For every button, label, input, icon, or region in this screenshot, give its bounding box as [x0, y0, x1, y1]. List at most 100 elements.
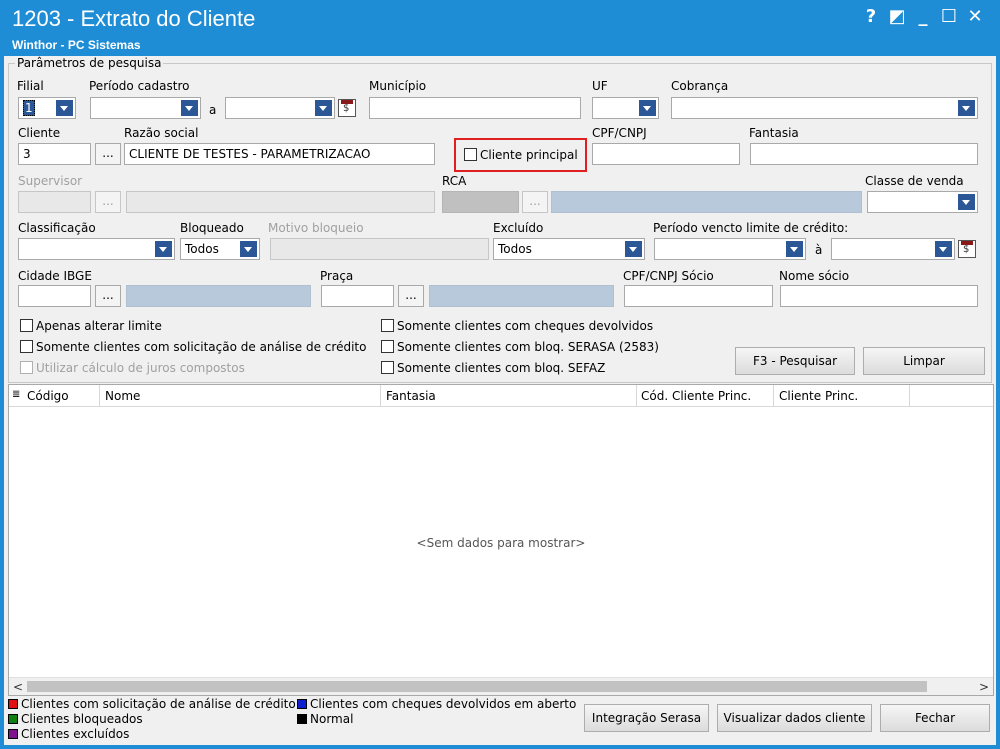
- green-swatch: [8, 714, 18, 724]
- nome-socio-label: Nome sócio: [779, 269, 850, 283]
- cpf-cnpj-input[interactable]: [592, 143, 740, 165]
- legend-label: Clientes excluídos: [21, 727, 130, 741]
- periodo-vencto-start[interactable]: [654, 238, 806, 260]
- chevron-down-icon[interactable]: [155, 241, 172, 257]
- checkbox-icon[interactable]: [20, 319, 33, 332]
- cobranca-label: Cobrança: [671, 79, 729, 93]
- municipio-input[interactable]: [369, 97, 581, 119]
- group-title: Parâmetros de pesquisa: [15, 56, 164, 70]
- restore-layout-button[interactable]: ◩: [886, 6, 908, 27]
- limpar-button[interactable]: Limpar: [863, 347, 985, 375]
- legend-item: Clientes bloqueados: [8, 712, 143, 726]
- periodo-vencto-end[interactable]: [831, 238, 955, 260]
- integracao-serasa-button[interactable]: Integração Serasa: [584, 704, 709, 732]
- rca-code-input: [442, 191, 519, 213]
- bloqueado-select[interactable]: Todos: [180, 238, 260, 260]
- periodo-cadastro-start[interactable]: [90, 97, 201, 119]
- motivo-bloqueio-label: Motivo bloqueio: [268, 221, 364, 235]
- chevron-down-icon[interactable]: [56, 100, 73, 116]
- column-header[interactable]: Cliente Princ.: [779, 389, 858, 403]
- column-divider: [380, 385, 381, 407]
- cobranca-select[interactable]: [671, 97, 978, 119]
- rca-lookup-button: ...: [522, 191, 548, 213]
- excluido-label: Excluído: [493, 221, 544, 235]
- title-bar: 1203 - Extrato do Cliente Winthor - PC S…: [0, 0, 1000, 56]
- close-button[interactable]: ✕: [964, 6, 986, 27]
- empty-message: <Sem dados para mostrar>: [416, 536, 586, 550]
- column-chooser-icon[interactable]: ≣: [12, 389, 20, 400]
- chevron-down-icon[interactable]: [181, 100, 198, 116]
- periodo-sep: a: [209, 103, 217, 117]
- chevron-down-icon[interactable]: [240, 241, 257, 257]
- supervisor-name-input: [126, 191, 435, 213]
- checkbox-icon[interactable]: [20, 340, 33, 353]
- checkbox-icon[interactable]: [464, 148, 477, 161]
- checkbox-label: Apenas alterar limite: [36, 319, 162, 333]
- window-subtitle: Winthor - PC Sistemas: [12, 38, 141, 52]
- chevron-down-icon[interactable]: [935, 241, 952, 257]
- visualizar-dados-cliente-button[interactable]: Visualizar dados cliente: [717, 704, 872, 732]
- bloq-serasa-checkbox[interactable]: Somente clientes com bloq. SERASA (2583): [381, 340, 659, 354]
- blue-swatch: [297, 699, 307, 709]
- results-grid[interactable]: ≣ Código Nome Fantasia Cód. Cliente Prin…: [8, 384, 994, 696]
- chevron-down-icon[interactable]: [625, 241, 642, 257]
- checkbox-icon[interactable]: [381, 319, 394, 332]
- excluido-select[interactable]: Todos: [493, 238, 645, 260]
- chevron-down-icon[interactable]: [786, 241, 803, 257]
- solicitacao-analise-checkbox[interactable]: Somente clientes com solicitação de anál…: [20, 340, 366, 354]
- nome-socio-input[interactable]: [780, 285, 978, 307]
- scroll-left-icon[interactable]: <: [13, 680, 23, 694]
- bloq-sefaz-checkbox[interactable]: Somente clientes com bloq. SEFAZ: [381, 361, 605, 375]
- praca-input[interactable]: [321, 285, 394, 307]
- classificacao-select[interactable]: [18, 238, 175, 260]
- column-divider: [636, 385, 637, 407]
- chevron-down-icon[interactable]: [958, 100, 975, 116]
- uf-label: UF: [592, 79, 608, 93]
- column-header[interactable]: Nome: [105, 389, 140, 403]
- juros-compostos-checkbox: Utilizar cálculo de juros compostos: [20, 361, 245, 375]
- cpf-cnpj-socio-input[interactable]: [624, 285, 773, 307]
- scroll-thumb[interactable]: [27, 681, 927, 692]
- cheques-devolvidos-checkbox[interactable]: Somente clientes com cheques devolvidos: [381, 319, 653, 333]
- column-header[interactable]: Fantasia: [386, 389, 436, 403]
- fantasia-input[interactable]: [750, 143, 978, 165]
- calendar-icon[interactable]: [338, 99, 356, 117]
- chevron-down-icon[interactable]: [315, 100, 332, 116]
- maximize-button[interactable]: ☐: [938, 6, 960, 27]
- search-parameters-group: Parâmetros de pesquisa Filial 1 Período …: [8, 56, 992, 383]
- praca-name-input: [429, 285, 614, 307]
- column-header[interactable]: Cód. Cliente Princ.: [641, 389, 751, 403]
- cidade-ibge-input[interactable]: [18, 285, 91, 307]
- cidade-ibge-lookup-button[interactable]: ...: [95, 285, 121, 307]
- fechar-button[interactable]: Fechar: [880, 704, 990, 732]
- calendar-icon[interactable]: [958, 240, 976, 258]
- help-button[interactable]: ?: [860, 6, 882, 27]
- chevron-down-icon[interactable]: [958, 194, 975, 210]
- praca-lookup-button[interactable]: ...: [398, 285, 424, 307]
- column-header[interactable]: Código: [27, 389, 69, 403]
- pesquisar-button[interactable]: F3 - Pesquisar: [735, 347, 855, 375]
- cliente-principal-checkbox[interactable]: Cliente principal: [464, 148, 578, 162]
- minimize-button[interactable]: _: [912, 6, 934, 27]
- chevron-down-icon[interactable]: [639, 100, 656, 116]
- bloqueado-value: Todos: [185, 242, 219, 256]
- classe-venda-select[interactable]: [867, 191, 978, 213]
- uf-select[interactable]: [592, 97, 659, 119]
- horizontal-scrollbar[interactable]: < >: [9, 677, 993, 695]
- apenas-alterar-limite-checkbox[interactable]: Apenas alterar limite: [20, 319, 162, 333]
- razao-social-input[interactable]: CLIENTE DE TESTES - PARAMETRIZACAO: [124, 143, 435, 165]
- motivo-bloqueio-input: [270, 238, 489, 260]
- client-area: Parâmetros de pesquisa Filial 1 Período …: [4, 56, 996, 745]
- cpf-cnpj-socio-label: CPF/CNPJ Sócio: [623, 269, 714, 283]
- periodo-cadastro-end[interactable]: [225, 97, 335, 119]
- checkbox-icon[interactable]: [381, 340, 394, 353]
- filial-select[interactable]: 1: [18, 97, 76, 119]
- cliente-label: Cliente: [18, 126, 61, 140]
- checkbox-icon[interactable]: [381, 361, 394, 374]
- excluido-value: Todos: [498, 242, 532, 256]
- cliente-principal-label: Cliente principal: [480, 148, 578, 162]
- cliente-input[interactable]: 3: [18, 143, 91, 165]
- scroll-right-icon[interactable]: >: [979, 680, 989, 694]
- legend-item: Clientes excluídos: [8, 727, 129, 741]
- cliente-lookup-button[interactable]: ...: [95, 143, 121, 165]
